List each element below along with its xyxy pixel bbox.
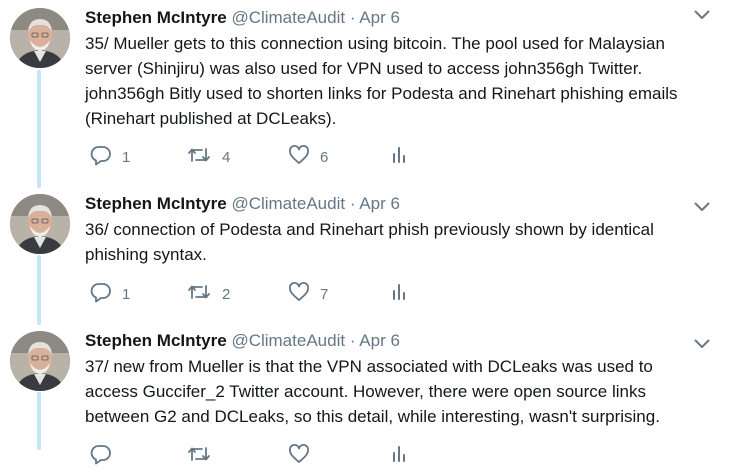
- analytics-icon: [390, 443, 418, 469]
- like-button[interactable]: [288, 444, 320, 468]
- tweet-timestamp[interactable]: Apr 6: [359, 331, 400, 350]
- like-icon: [288, 144, 320, 170]
- author-name[interactable]: Stephen McIntyre: [85, 331, 227, 350]
- reply-button[interactable]: 1: [90, 145, 130, 169]
- retweet-icon: [186, 281, 222, 307]
- like-icon: [288, 443, 320, 469]
- reply-button[interactable]: 1: [90, 282, 130, 306]
- reply-icon: [90, 281, 122, 307]
- like-button[interactable]: 6: [288, 145, 328, 169]
- retweet-button[interactable]: [186, 444, 222, 468]
- like-count: 6: [320, 148, 329, 166]
- like-button[interactable]: 7: [288, 282, 328, 306]
- reply-count: 1: [122, 148, 131, 166]
- analytics-button[interactable]: [390, 444, 418, 468]
- like-count: 7: [320, 285, 329, 303]
- retweet-count: 2: [222, 285, 231, 303]
- author-handle[interactable]: @ClimateAudit: [231, 8, 345, 27]
- avatar[interactable]: [10, 194, 70, 254]
- analytics-icon: [390, 144, 418, 170]
- separator-dot: ·: [349, 194, 356, 213]
- tweet[interactable]: Stephen McIntyre @ClimateAudit · Apr 6 3…: [0, 190, 729, 320]
- analytics-button[interactable]: [390, 282, 418, 306]
- like-icon: [288, 281, 320, 307]
- separator-dot: ·: [349, 8, 356, 27]
- analytics-button[interactable]: [390, 145, 418, 169]
- author-handle[interactable]: @ClimateAudit: [231, 331, 345, 350]
- tweet[interactable]: Stephen McIntyre @ClimateAudit · Apr 6 3…: [0, 0, 729, 185]
- retweet-button[interactable]: 2: [186, 282, 230, 306]
- retweet-icon: [186, 144, 222, 170]
- retweet-count: 4: [222, 148, 231, 166]
- analytics-icon: [390, 281, 418, 307]
- reply-button[interactable]: [90, 444, 122, 468]
- tweet[interactable]: Stephen McIntyre @ClimateAudit · Apr 6 3…: [0, 327, 729, 465]
- reply-count: 1: [122, 285, 131, 303]
- tweet-text: 36/ connection of Podesta and Rinehart p…: [85, 220, 654, 264]
- tweet-timestamp[interactable]: Apr 6: [359, 194, 400, 213]
- separator-dot: ·: [349, 331, 356, 350]
- tweet-text: 37/ new from Mueller is that the VPN ass…: [85, 357, 660, 426]
- chevron-down-icon[interactable]: [693, 198, 711, 216]
- reply-icon: [90, 443, 122, 469]
- author-handle[interactable]: @ClimateAudit: [231, 194, 345, 213]
- retweet-icon: [186, 443, 222, 469]
- author-name[interactable]: Stephen McIntyre: [85, 194, 227, 213]
- avatar[interactable]: [10, 331, 70, 391]
- tweet-timestamp[interactable]: Apr 6: [359, 8, 400, 27]
- retweet-button[interactable]: 4: [186, 145, 230, 169]
- avatar[interactable]: [10, 8, 70, 68]
- reply-icon: [90, 144, 122, 170]
- tweet-text: 35/ Mueller gets to this connection usin…: [85, 34, 678, 128]
- author-name[interactable]: Stephen McIntyre: [85, 8, 227, 27]
- chevron-down-icon[interactable]: [693, 335, 711, 353]
- chevron-down-icon[interactable]: [693, 6, 711, 24]
